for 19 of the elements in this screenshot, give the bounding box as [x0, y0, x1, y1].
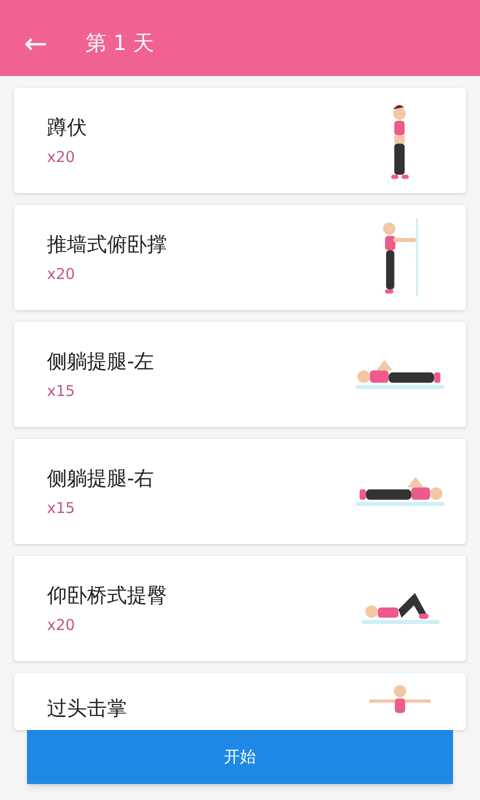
repetition-count: x20	[47, 615, 76, 636]
start-button[interactable]: 开始	[27, 730, 453, 784]
exercise-name: 推墙式俯卧撑	[47, 231, 167, 258]
exercise-name: 过头击掌	[47, 695, 127, 722]
exercise-card[interactable]: 过头击掌	[14, 673, 466, 730]
repetition-count: x15	[47, 498, 76, 520]
exercise-card[interactable]: 推墙式俯卧撑 x20	[14, 205, 466, 310]
exercise-card[interactable]: 侧躺提腿-左 x15	[14, 322, 466, 427]
exercise-card[interactable]: 侧躺提腿-右 x15	[14, 439, 466, 544]
exercise-card[interactable]: 仰卧桥式提臀 x20	[14, 556, 466, 661]
repetition-count: x20	[47, 264, 76, 286]
page-title: 第 1 天	[85, 30, 154, 58]
exercise-name: 蹲伏	[47, 114, 87, 142]
exercise-name: 侧躺提腿-左	[47, 348, 154, 376]
exercise-card[interactable]: 蹲伏 x20	[14, 88, 466, 193]
repetition-count: x15	[47, 381, 76, 402]
exercise-name: 仰卧桥式提臀	[47, 582, 167, 610]
exercise-name: 侧躺提腿-右	[47, 465, 154, 492]
repetition-count: x20	[47, 147, 76, 168]
